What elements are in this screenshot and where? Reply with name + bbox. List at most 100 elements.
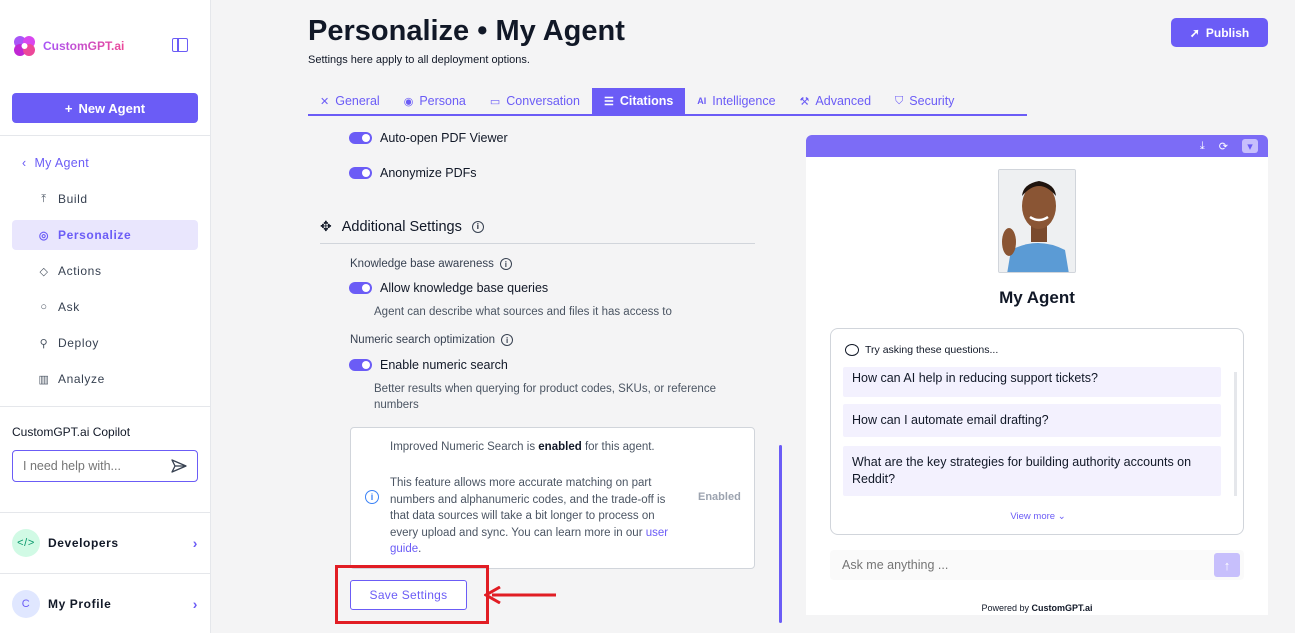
- plus-icon: +: [64, 100, 73, 116]
- new-agent-label: New Agent: [78, 100, 146, 116]
- copilot-input[interactable]: [23, 459, 163, 473]
- settings-tabs: ✕ General ◉ Persona ▭ Conversation ☰ Citatio…: [308, 88, 1027, 116]
- tab-citations[interactable]: ☰ Citations: [591, 88, 686, 114]
- send-arrow-icon[interactable]: ↑: [1214, 553, 1240, 577]
- questions-scrollbar[interactable]: [1234, 372, 1237, 496]
- tab-security[interactable]: ⛉ Security: [883, 88, 966, 114]
- move-icon: ✥: [320, 218, 332, 234]
- settings-scrollbar[interactable]: [779, 445, 782, 623]
- powered-brand[interactable]: CustomGPT.ai: [1032, 603, 1093, 613]
- chevron-down-icon[interactable]: ▾: [1242, 139, 1258, 153]
- developers-link[interactable]: </> Developers ›: [12, 528, 198, 558]
- sidebar-item-label: Deploy: [58, 336, 99, 350]
- my-profile-link[interactable]: C My Profile ›: [12, 589, 198, 619]
- ai-icon: AI: [697, 96, 707, 106]
- tab-conversation[interactable]: ▭ Conversation: [478, 88, 592, 114]
- tab-label: Advanced: [815, 94, 872, 108]
- user-circle-icon: ◉: [403, 95, 414, 108]
- copilot-label: CustomGPT.ai Copilot: [12, 425, 131, 439]
- tab-intelligence[interactable]: AI Intelligence: [685, 88, 787, 114]
- sidebar-item-label: Ask: [58, 300, 80, 314]
- tab-persona[interactable]: ◉ Persona: [392, 88, 478, 114]
- suggested-question[interactable]: What are the key strategies for building…: [843, 446, 1221, 496]
- view-more-link[interactable]: View more ⌄: [831, 511, 1245, 522]
- agent-name: My Agent: [999, 288, 1075, 307]
- sidebar: CustomGPT.ai + New Agent ‹ My Agent ⤒ Bu…: [0, 0, 211, 633]
- kb-helper-text: Agent can describe what sources and file…: [374, 306, 672, 318]
- numeric-search-row: Enable numeric search: [349, 358, 508, 372]
- code-icon: </>: [12, 529, 40, 557]
- chevron-left-icon: ‹: [22, 156, 27, 170]
- tab-label: Security: [909, 94, 955, 108]
- auto-open-pdf-row: Auto-open PDF Viewer: [349, 131, 508, 145]
- ask-input[interactable]: [842, 558, 1192, 572]
- sidebar-item-analyze[interactable]: ▥ Analyze: [12, 364, 198, 394]
- sidebar-item-ask[interactable]: ○ Ask: [12, 292, 198, 322]
- sidebar-collapse-icon[interactable]: [172, 38, 188, 52]
- sidebar-item-deploy[interactable]: ⚲ Deploy: [12, 328, 198, 358]
- suggested-questions-box: Try asking these questions... How can AI…: [830, 328, 1244, 535]
- message-icon: ▭: [489, 95, 501, 108]
- suggested-question[interactable]: How can I automate email drafting?: [843, 404, 1221, 437]
- info-icon[interactable]: i: [499, 258, 512, 270]
- divider: [0, 573, 211, 574]
- kb-queries-toggle[interactable]: [349, 282, 372, 294]
- suggest-title: Try asking these questions...: [845, 344, 998, 356]
- divider: [0, 512, 211, 513]
- shield-icon: ⛉: [895, 94, 904, 107]
- brand-name: CustomGPT.ai: [43, 39, 125, 53]
- info-icon[interactable]: i: [501, 334, 514, 346]
- refresh-icon[interactable]: ⟳: [1219, 140, 1228, 153]
- sidebar-item-build[interactable]: ⤒ Build: [12, 184, 198, 214]
- settings-panel: Auto-open PDF Viewer Anonymize PDFs ✥ Ad…: [300, 118, 790, 633]
- list-icon: ☰: [603, 95, 614, 108]
- profile-label: My Profile: [48, 597, 112, 611]
- label-text: Numeric search optimization: [350, 334, 496, 346]
- back-to-agent-link[interactable]: ‹ My Agent: [22, 156, 89, 170]
- kb-awareness-label: Knowledge base awareness i: [350, 258, 512, 270]
- brand-logo[interactable]: CustomGPT.ai: [12, 34, 124, 58]
- kb-queries-row: Allow knowledge base queries: [349, 281, 548, 295]
- send-icon[interactable]: [171, 458, 187, 474]
- divider: [0, 406, 211, 407]
- download-icon[interactable]: ⤓: [1200, 140, 1205, 153]
- new-agent-button[interactable]: + New Agent: [12, 93, 198, 123]
- palette-icon: ◎: [38, 229, 50, 242]
- numeric-search-toggle[interactable]: [349, 359, 372, 371]
- tab-label: Conversation: [506, 94, 580, 108]
- suggest-title-text: Try asking these questions...: [865, 344, 999, 356]
- sidebar-item-label: Personalize: [58, 228, 132, 242]
- chevron-down-icon: ⌄: [1057, 511, 1066, 522]
- info-paragraph: This feature allows more accurate matchi…: [390, 475, 682, 558]
- agent-avatar-image: [998, 169, 1076, 273]
- section-title: Additional Settings: [341, 218, 462, 235]
- divider: [320, 243, 755, 244]
- person-avatar-icon: [999, 170, 1075, 272]
- info-icon[interactable]: i: [471, 220, 484, 233]
- publish-button[interactable]: ➚ Publish: [1171, 18, 1268, 47]
- tab-label: Persona: [419, 94, 466, 108]
- sidebar-item-personalize[interactable]: ◎ Personalize: [12, 220, 198, 250]
- sidebar-item-label: Analyze: [58, 372, 105, 386]
- text-bold: enabled: [538, 441, 582, 453]
- tab-general[interactable]: ✕ General: [308, 88, 392, 114]
- auto-open-pdf-toggle[interactable]: [349, 132, 372, 144]
- anonymize-pdfs-toggle[interactable]: [349, 167, 372, 179]
- additional-settings-heading: ✥ Additional Settings i: [320, 218, 484, 235]
- agent-preview: ⤓ ⟳ ▾ My Agent Try asking these question…: [806, 135, 1268, 615]
- anonymize-pdfs-row: Anonymize PDFs: [349, 166, 477, 180]
- suggested-question[interactable]: How can AI help in reducing support tick…: [843, 367, 1221, 397]
- numeric-search-label: Numeric search optimization i: [350, 334, 514, 346]
- tab-label: Intelligence: [712, 94, 776, 108]
- developers-label: Developers: [48, 536, 119, 550]
- preview-toolbar: ⤓ ⟳ ▾: [806, 135, 1268, 157]
- view-more-label: View more: [1010, 511, 1056, 522]
- sidebar-item-label: Build: [58, 192, 88, 206]
- info-status-line: Improved Numeric Search is enabled for t…: [390, 441, 655, 453]
- build-icon: ⤒: [41, 192, 47, 205]
- tools-icon: ✕: [320, 95, 330, 108]
- sidebar-item-actions[interactable]: ◇ Actions: [12, 256, 198, 286]
- tab-advanced[interactable]: ⚒ Advanced: [788, 88, 883, 114]
- annotation-arrow-icon: [484, 586, 556, 604]
- brain-logo-icon: [14, 36, 35, 56]
